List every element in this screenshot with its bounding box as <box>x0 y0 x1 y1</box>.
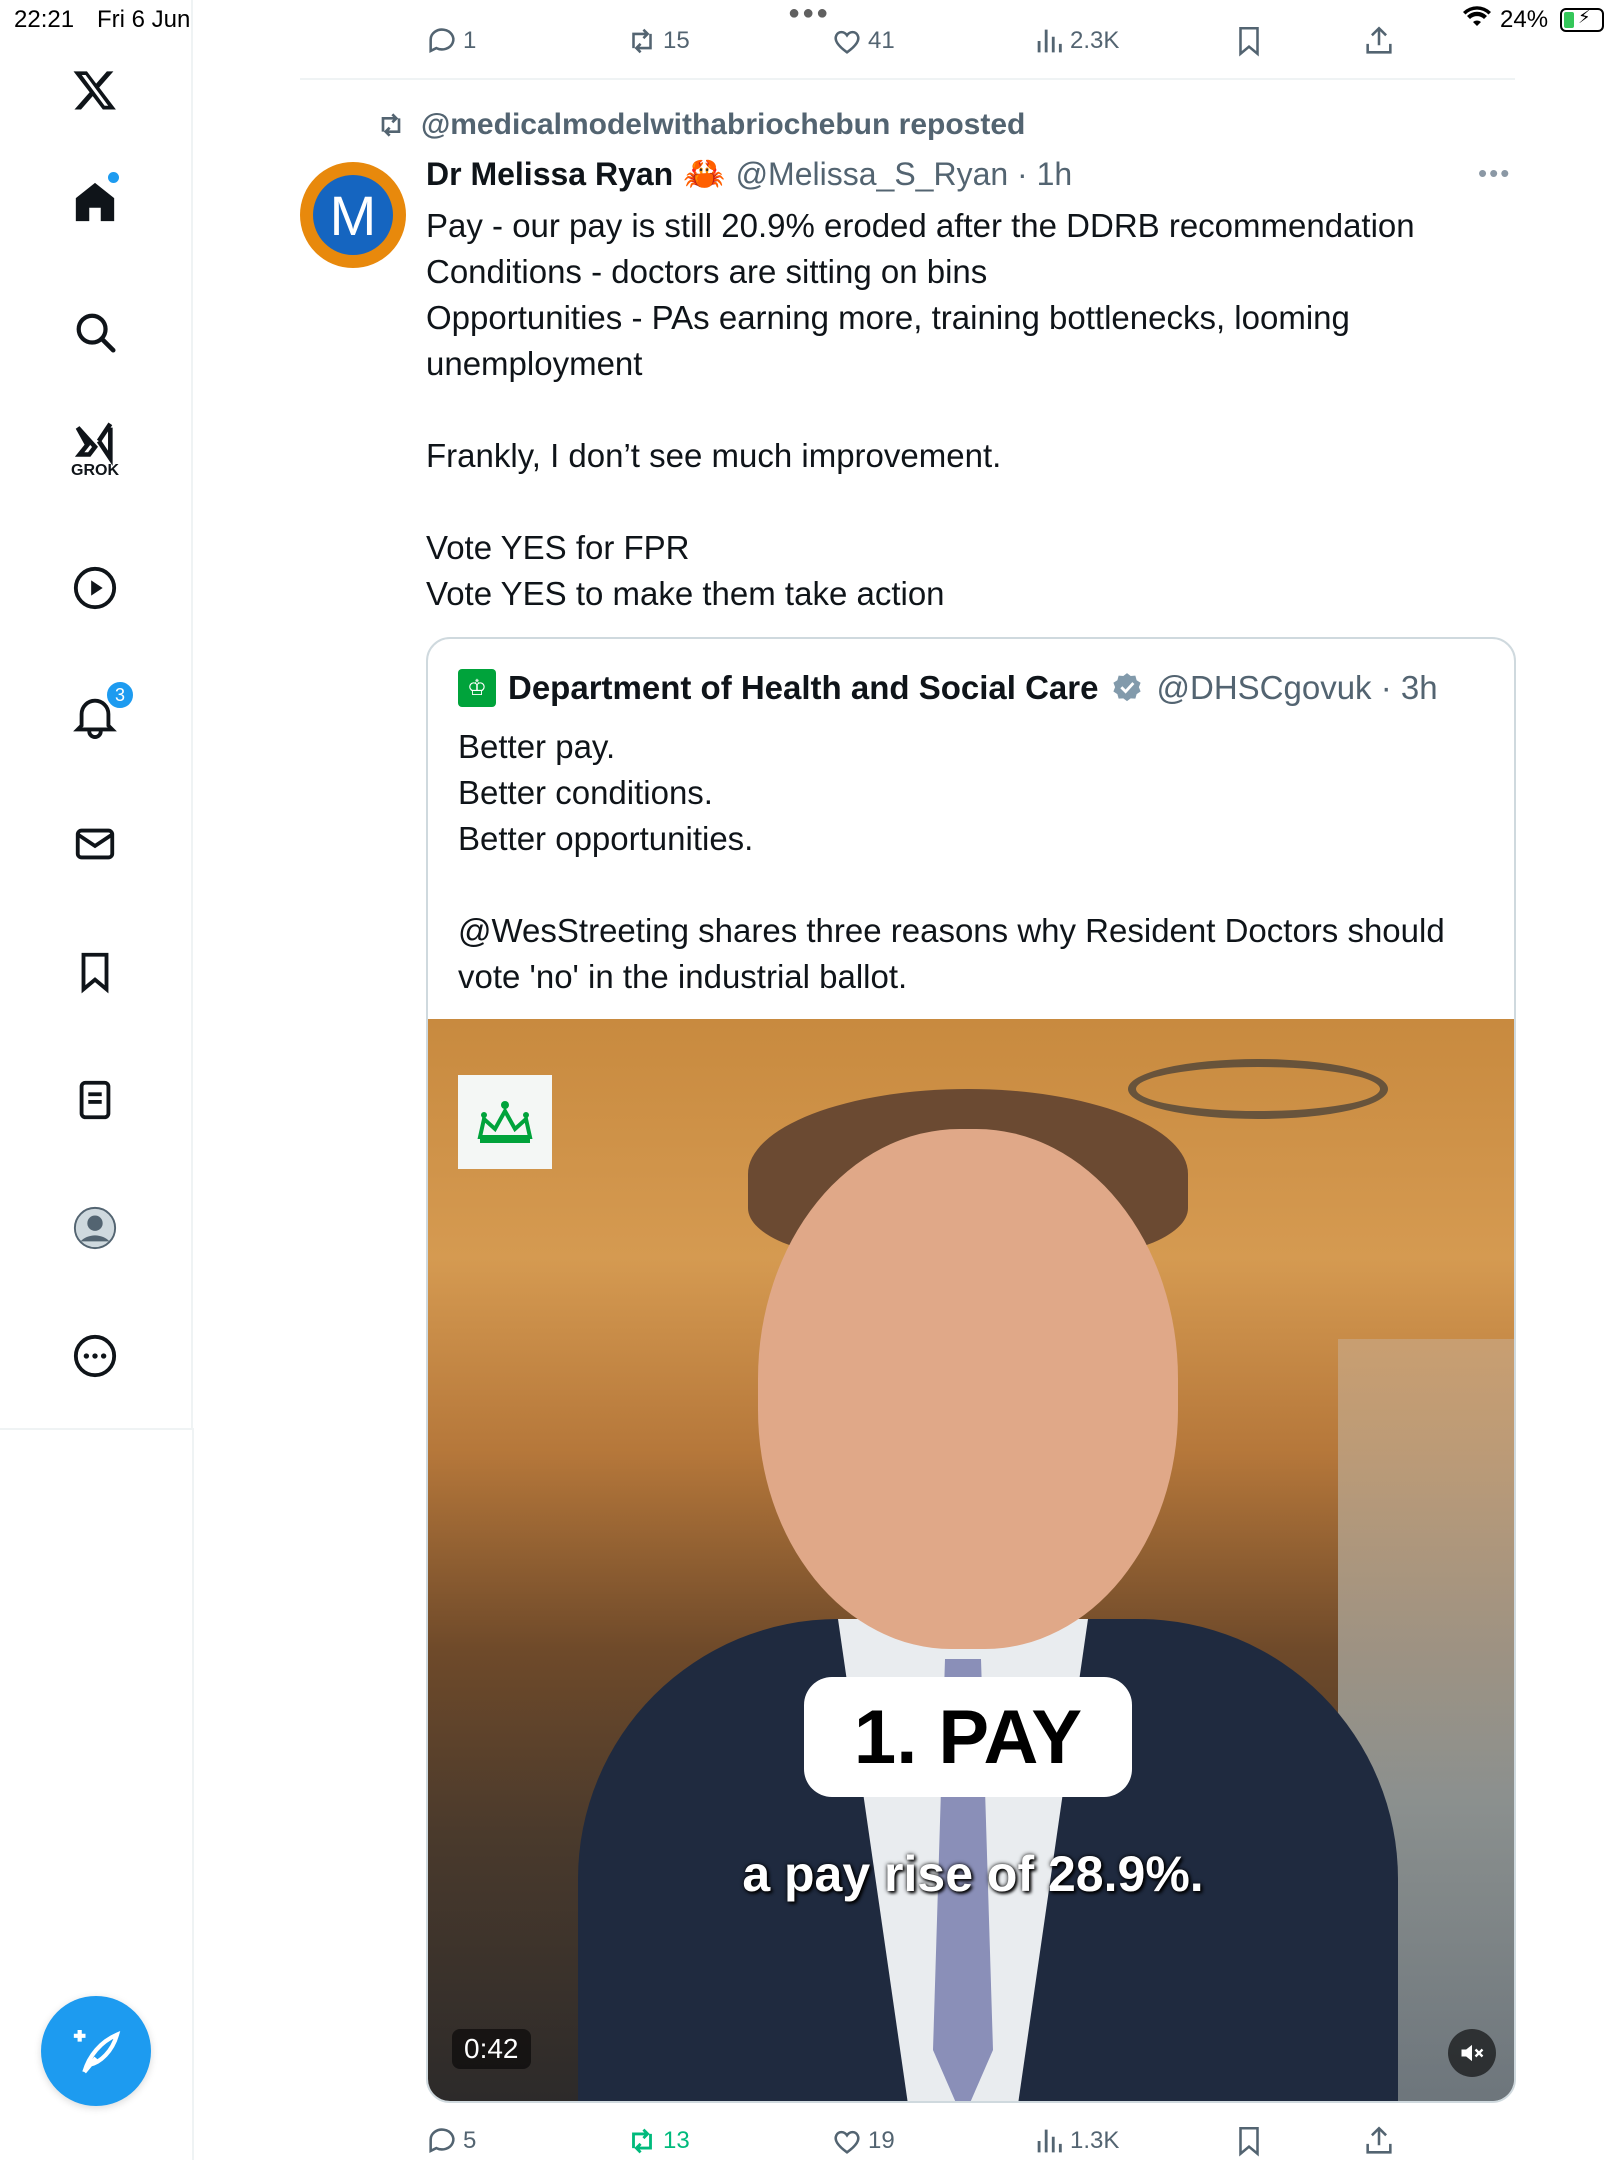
post-actions: 5 13 19 1.3K <box>420 2116 1420 2160</box>
speaker-muted-icon <box>1461 2044 1484 2062</box>
mute-button[interactable] <box>1448 2029 1496 2077</box>
share-icon <box>1366 2126 1392 2154</box>
dhsc-logo-icon: ♔ <box>458 669 496 707</box>
video-crown-logo-icon <box>458 1075 552 1169</box>
views-count: 2.3K <box>1070 27 1120 54</box>
quoted-post[interactable]: ♔ Department of Health and Social Care @… <box>426 637 1516 2103</box>
post-body-line: Conditions - doctors are sitting on bins <box>426 253 988 290</box>
views-chart-icon <box>1037 29 1062 53</box>
post-body-line: Vote YES to make them take action <box>426 575 945 612</box>
share-button[interactable] <box>1362 16 1396 66</box>
video-subtitle: a pay rise of 28.9%. <box>742 1846 1204 1902</box>
quoted-post-body: Better pay. Better conditions. Better op… <box>458 724 1488 1000</box>
repost-context-label: @medicalmodelwithabriochebun reposted <box>421 108 1026 141</box>
post-more-options-icon[interactable]: ••• <box>1478 158 1511 189</box>
messages-mail-icon[interactable] <box>55 804 135 884</box>
grok-icon[interactable]: GROK <box>55 410 135 490</box>
more-options-icon[interactable] <box>55 1316 135 1396</box>
repost-icon <box>632 28 652 54</box>
reply-button[interactable]: 5 <box>425 2116 476 2160</box>
author-name[interactable]: Dr Melissa Ryan <box>426 156 673 193</box>
video-duration: 0:42 <box>452 2029 531 2069</box>
quoted-body-line: Better conditions. <box>458 774 713 811</box>
like-count: 41 <box>868 27 895 54</box>
video-background-ring <box>1128 1059 1388 1119</box>
video-play-icon[interactable] <box>55 548 135 628</box>
home-icon[interactable] <box>55 162 135 242</box>
sidebar-divider <box>192 1428 194 2160</box>
wifi-icon <box>1462 6 1492 37</box>
quoted-post-header: ♔ Department of Health and Social Care @… <box>458 669 1438 707</box>
quoted-author-name[interactable]: Department of Health and Social Care <box>508 669 1098 707</box>
post-body-line <box>426 479 1506 525</box>
heart-icon <box>834 2130 860 2154</box>
heart-icon <box>834 30 860 54</box>
views-chart-icon <box>1037 2129 1062 2153</box>
bookmark-button[interactable] <box>1232 2116 1266 2160</box>
author-avatar-letter: M <box>313 175 393 255</box>
bookmarks-icon[interactable] <box>55 932 135 1012</box>
quoted-body-line: Better pay. <box>458 728 616 765</box>
post-body-line: Pay - our pay is still 20.9% eroded afte… <box>426 207 1415 244</box>
like-button[interactable]: 41 <box>830 16 895 66</box>
repost-button[interactable]: 15 <box>625 16 690 66</box>
lists-icon[interactable] <box>55 1060 135 1140</box>
notifications-bell-icon[interactable]: 3 <box>55 676 135 756</box>
post-body-line <box>426 387 1506 433</box>
bookmark-button[interactable] <box>1232 16 1266 66</box>
crab-emoji-icon: 🦀 <box>683 155 726 193</box>
post-body-line: Frankly, I don’t see much improvement. <box>426 437 1002 474</box>
video-player[interactable]: 1. PAY a pay rise of 28.9%. 0:42 <box>428 1019 1514 2101</box>
profile-avatar-icon[interactable] <box>55 1188 135 1268</box>
like-button[interactable]: 19 <box>830 2116 895 2160</box>
previous-post-actions: 1 15 41 2.3K <box>420 16 1420 66</box>
share-button[interactable] <box>1362 2116 1396 2160</box>
repost-context[interactable]: @medicalmodelwithabriochebun reposted <box>375 108 1025 142</box>
battery-percent: 24% <box>1500 6 1549 33</box>
author-avatar[interactable]: M <box>300 162 406 268</box>
author-handle-time[interactable]: @Melissa_S_Ryan · 1h <box>736 156 1073 193</box>
like-count: 19 <box>868 2127 895 2154</box>
verified-badge-icon <box>1113 673 1142 702</box>
quoted-body-line <box>458 862 1488 908</box>
video-person-face <box>758 1129 1178 1649</box>
reply-button[interactable]: 1 <box>425 16 476 66</box>
views-button[interactable]: 2.3K <box>1032 16 1119 66</box>
reply-count: 1 <box>463 27 477 54</box>
repost-icon <box>381 113 401 137</box>
sidebar: GROK 3 <box>0 0 193 1430</box>
reply-count: 5 <box>463 2127 477 2154</box>
views-button[interactable]: 1.3K <box>1032 2116 1119 2160</box>
repost-count: 13 <box>663 2127 690 2154</box>
post-body: Pay - our pay is still 20.9% eroded afte… <box>426 203 1506 617</box>
quoted-author-handle-time[interactable]: @DHSCgovuk · 3h <box>1156 669 1437 707</box>
post-body-line: unemployment <box>426 345 643 382</box>
battery-icon: ⚡ <box>1560 7 1604 32</box>
share-icon <box>1366 26 1392 54</box>
notifications-badge: 3 <box>105 680 135 710</box>
repost-count: 15 <box>663 27 690 54</box>
compose-feather-icon <box>73 2030 121 2074</box>
video-caption: 1. PAY <box>804 1677 1132 1797</box>
quoted-body-line: Better opportunities. <box>458 820 754 857</box>
reply-icon <box>429 28 455 53</box>
post-body-line: Vote YES for FPR <box>426 529 690 566</box>
bookmark-icon <box>1239 2126 1259 2157</box>
post-divider <box>300 78 1515 80</box>
quoted-body-line: @WesStreeting shares three reasons why R… <box>458 912 1445 949</box>
post-body-line: Opportunities - PAs earning more, traini… <box>426 299 1350 336</box>
search-icon[interactable] <box>55 292 135 372</box>
grok-label: GROK <box>71 462 119 479</box>
post-header: Dr Melissa Ryan 🦀 @Melissa_S_Ryan · 1h <box>426 154 1072 194</box>
reply-icon <box>429 2128 455 2153</box>
views-count: 1.3K <box>1070 2127 1120 2154</box>
repost-button[interactable]: 13 <box>625 2116 690 2160</box>
compose-post-button[interactable] <box>41 1996 151 2106</box>
x-logo-icon[interactable] <box>55 50 135 130</box>
bookmark-icon <box>1239 26 1259 57</box>
quoted-body-line: vote 'no' in the industrial ballot. <box>458 958 908 995</box>
repost-icon <box>632 2128 652 2154</box>
home-unread-dot <box>108 172 119 183</box>
